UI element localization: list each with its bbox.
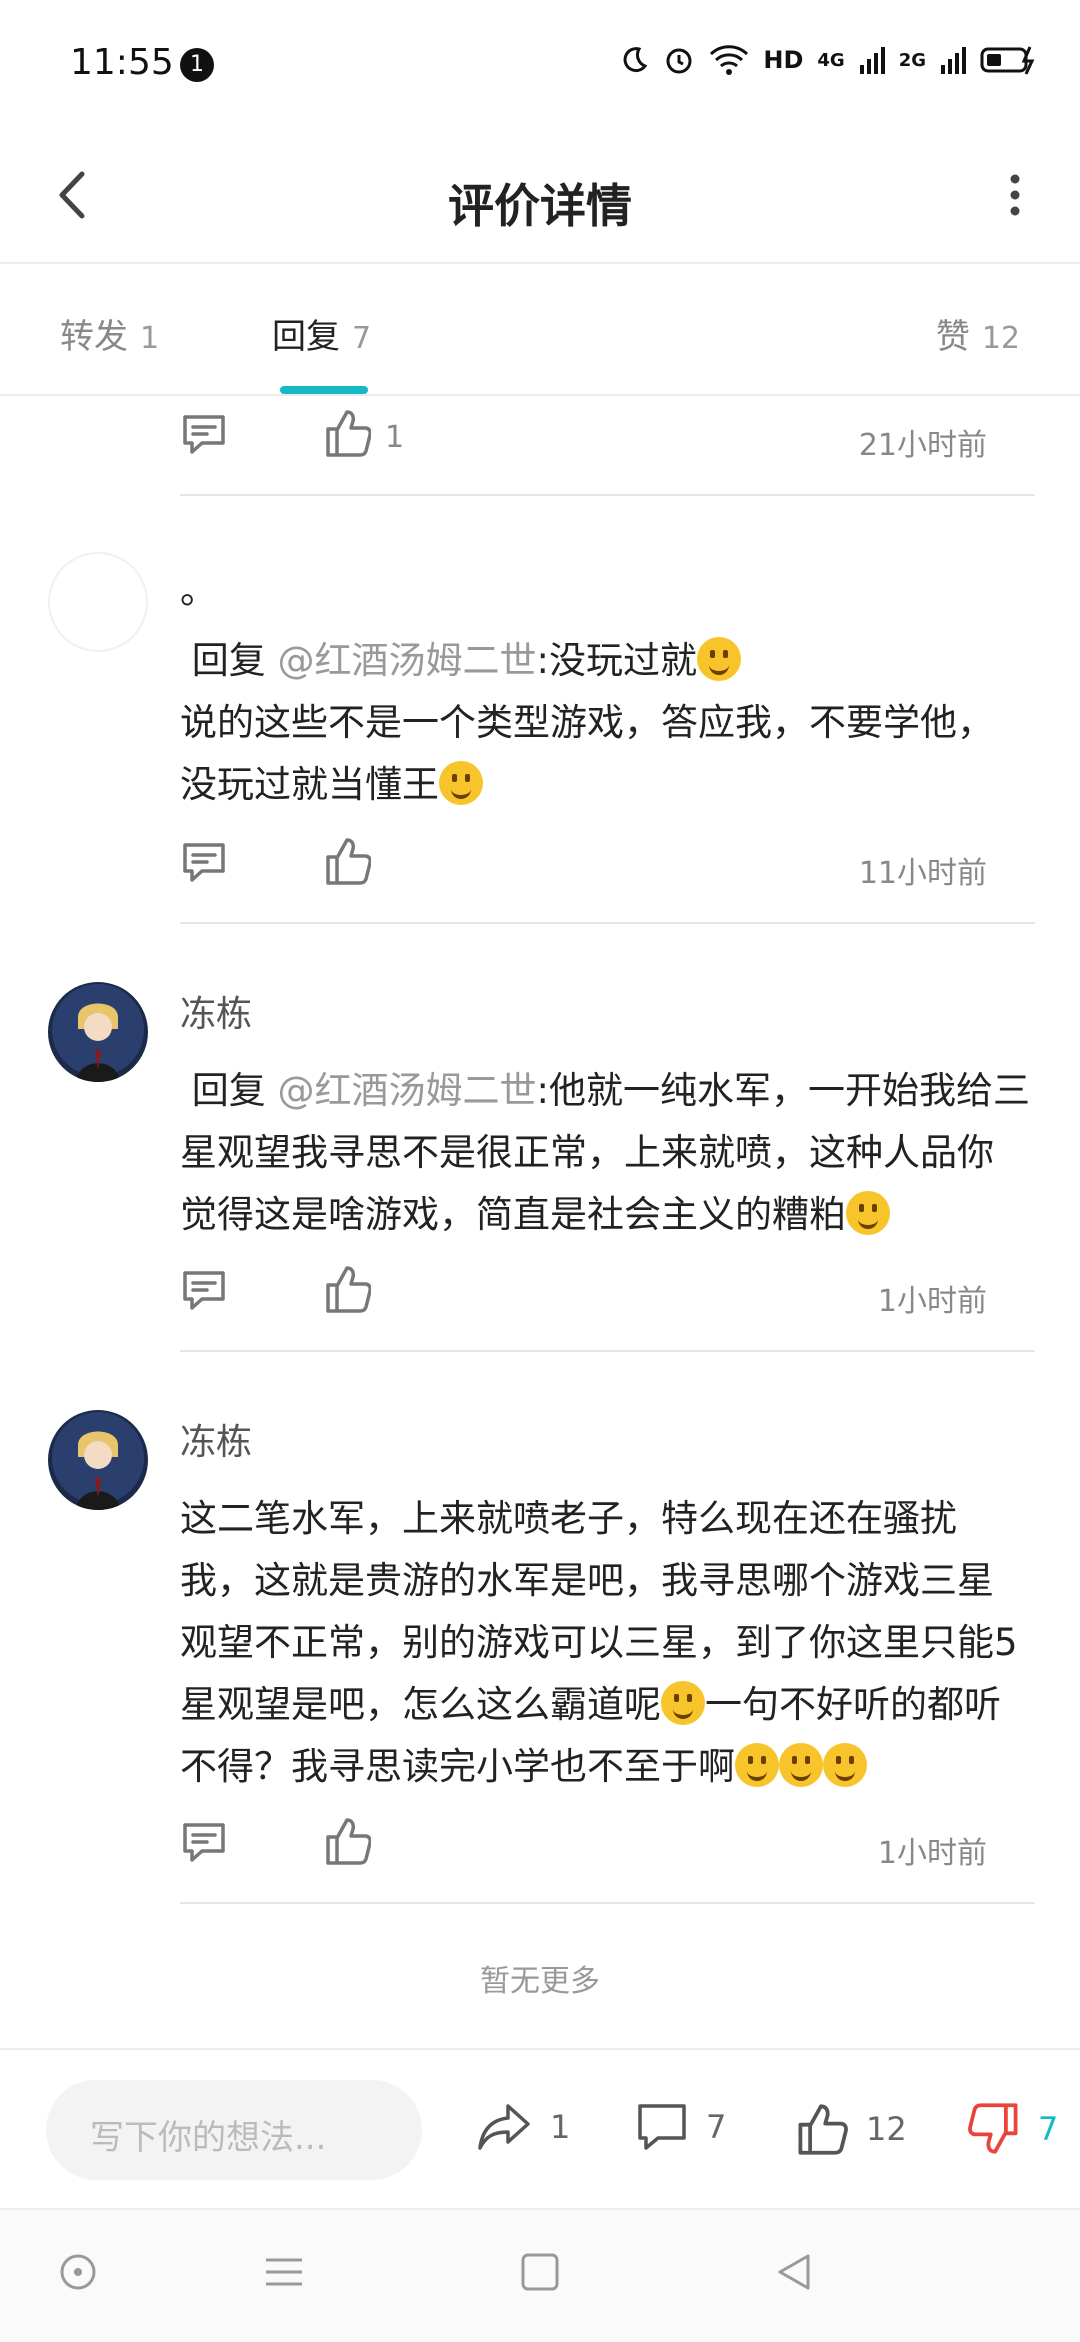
reply-body: 回复 @红酒汤姆二世:他就一纯水军，一开始我给三星观望我寻思不是很正常，上来就喷… — [180, 1060, 1030, 1246]
comment-icon[interactable] — [180, 412, 228, 458]
reply-actions: 1小时前 — [180, 1258, 1035, 1328]
divider — [180, 494, 1035, 496]
reply-text: :没玩过就 — [536, 639, 697, 682]
assistant-dot-icon[interactable] — [56, 2250, 100, 2294]
network-4g-label: 4G — [817, 49, 845, 71]
divider — [180, 1350, 1035, 1352]
status-bar: 11:55 1 HD 4G 2G — [0, 0, 1080, 130]
thumbs-up-icon[interactable] — [325, 1264, 371, 1314]
tab-forward-count: 1 — [140, 321, 160, 356]
username[interactable]: 冻栋 — [180, 1413, 252, 1465]
grin-emoji-icon — [779, 1743, 823, 1787]
tab-replies[interactable]: 回复 7 — [272, 309, 371, 358]
tab-likes[interactable]: 赞 12 — [936, 309, 1020, 358]
battery-icon — [980, 46, 1035, 75]
like-count: 12 — [866, 2110, 907, 2148]
moon-icon — [623, 47, 648, 73]
mention-link[interactable]: @红酒汤姆二世 — [278, 639, 537, 682]
hd-label: HD — [763, 46, 804, 74]
divider — [180, 922, 1035, 924]
reply-actions: 1小时前 — [180, 1810, 1035, 1880]
tab-forward[interactable]: 转发 1 — [60, 309, 159, 358]
system-nav-bar — [0, 2208, 1080, 2342]
smile-emoji-icon — [439, 761, 483, 805]
no-more-label: 暂无更多 — [480, 1964, 600, 1999]
reply-time: 1小时前 — [877, 1284, 987, 1319]
alarm-icon — [666, 48, 692, 74]
like-count: 1 — [385, 420, 405, 455]
reply-text-2: 说的这些不是一个类型游戏，答应我，不要学他，没玩过就当懂王 — [180, 701, 994, 806]
bottom-action-bar: 写下你的想法... 1 7 12 7 — [0, 2048, 1080, 2210]
tab-bar: 转发 1 回复 7 赞 12 — [0, 264, 1080, 396]
thumbs-up-icon[interactable] — [325, 408, 371, 458]
mention-link[interactable]: @红酒汤姆二世 — [278, 1069, 537, 1112]
reply-time: 11小时前 — [858, 856, 987, 891]
dislike-count: 7 — [1038, 2110, 1059, 2148]
active-tab-indicator — [280, 386, 368, 394]
status-icons: HD 4G 2G — [619, 44, 1040, 76]
share-button[interactable]: 1 — [476, 2102, 570, 2152]
tab-likes-label: 赞 — [935, 317, 970, 357]
reply-prefix: 回复 — [191, 1069, 266, 1112]
like-button[interactable]: 12 — [796, 2102, 907, 2156]
thinking-emoji-icon — [846, 1191, 890, 1235]
comment-icon[interactable] — [180, 1820, 228, 1866]
grin-emoji-icon — [823, 1743, 867, 1787]
more-options-icon[interactable] — [980, 160, 1050, 230]
share-icon — [478, 2104, 530, 2150]
tab-replies-label: 回复 — [272, 317, 340, 357]
comment-button[interactable]: 7 — [636, 2102, 726, 2152]
comment-input[interactable]: 写下你的想法... — [46, 2080, 422, 2180]
comment-count: 7 — [706, 2108, 727, 2146]
page-title: 评价详情 — [448, 179, 632, 233]
grin-emoji-icon — [661, 1681, 705, 1725]
reply-body: 回复 @红酒汤姆二世:没玩过就 说的这些不是一个类型游戏，答应我，不要学他，没玩… — [180, 630, 1030, 816]
tab-likes-count: 12 — [981, 321, 1020, 356]
shush-emoji-icon — [697, 637, 741, 681]
tab-forward-label: 转发 — [60, 317, 128, 357]
wifi-icon — [710, 45, 749, 75]
status-time: 11:55 — [70, 42, 174, 83]
signal-icon — [859, 47, 885, 74]
notification-count-badge: 1 — [180, 48, 214, 82]
back-triangle-icon[interactable] — [772, 2250, 816, 2294]
username[interactable]: 冻栋 — [180, 985, 252, 1037]
comment-input-placeholder: 写下你的想法... — [90, 2118, 327, 2158]
comment-bubble-icon — [638, 2104, 686, 2150]
reply-prefix: 回复 — [191, 639, 266, 682]
reply-first-line: 。 — [180, 569, 217, 612]
reply-actions: 1 21小时前 — [180, 402, 1035, 472]
app-header: 评价详情 — [0, 130, 1080, 264]
divider — [180, 1902, 1035, 1904]
thumbs-up-icon — [798, 2104, 848, 2155]
reply-actions: 11小时前 — [180, 830, 1035, 900]
thumbs-down-icon — [968, 2103, 1018, 2154]
avatar[interactable] — [48, 982, 148, 1082]
tab-replies-count: 7 — [352, 321, 372, 356]
reply-time: 21小时前 — [858, 428, 987, 463]
grin-emoji-icon — [735, 1743, 779, 1787]
avatar[interactable] — [48, 552, 148, 652]
thumbs-up-icon[interactable] — [325, 836, 371, 886]
reply-body: 这二笔水军，上来就喷老子，特么现在还在骚扰我，这就是贵游的水军是吧，我寻思哪个游… — [180, 1488, 1030, 1798]
share-count: 1 — [550, 2108, 571, 2146]
thumbs-up-icon[interactable] — [325, 1816, 371, 1866]
signal-icon-2 — [941, 47, 966, 74]
menu-icon[interactable] — [262, 2250, 306, 2294]
home-square-icon[interactable] — [518, 2250, 562, 2294]
reply-time: 1小时前 — [877, 1836, 987, 1871]
dislike-button[interactable]: 7 — [968, 2102, 1058, 2156]
comment-icon[interactable] — [180, 1268, 228, 1314]
network-2g-label: 2G — [898, 49, 926, 71]
comment-icon[interactable] — [180, 840, 228, 886]
avatar[interactable] — [48, 1410, 148, 1510]
